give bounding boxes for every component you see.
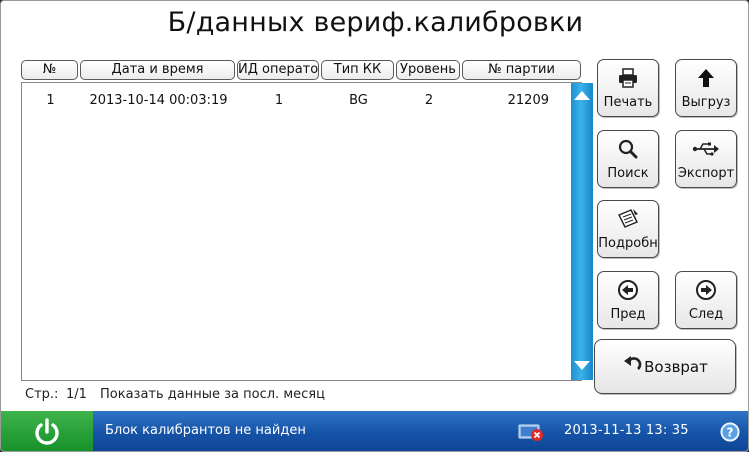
details-button[interactable]: Подробн [597,200,659,258]
prev-button-label: Пред [610,307,646,322]
details-button-label: Подробн [598,236,658,251]
undo-arrow-icon [622,355,642,379]
print-button-label: Печать [603,95,653,110]
triangle-up-icon [574,91,590,100]
cell-datetime: 2013-10-14 00:03:19 [89,93,228,108]
usb-icon [676,137,736,161]
column-header-datetime[interactable]: Дата и время [80,60,235,80]
status-message: Блок калибрантов не найден [105,423,306,438]
page-title: Б/данных вериф.калибровки [167,7,584,38]
column-header-lot-number[interactable]: № партии [462,60,581,80]
page-indicator: 1/1 [66,387,87,402]
records-table: 1 2013-10-14 00:03:19 1 BG 2 21209 [21,82,593,381]
cell-operator-id: 1 [274,93,284,108]
note-icon [598,207,658,231]
period-filter-text[interactable]: Показать данные за посл. месяц [100,387,325,402]
magnifier-icon [598,137,658,161]
cell-lot-number: 21209 [507,93,549,108]
back-button[interactable]: Возврат [594,339,736,394]
next-button-label: След [688,307,724,322]
print-button[interactable]: Печать [597,59,659,117]
status-bar: Блок калибрантов не найден 2013-11-13 13… [1,411,748,451]
arrow-up-icon [676,66,736,90]
export-button[interactable]: Экспорт [675,130,737,188]
prev-button[interactable]: Пред [597,271,659,329]
power-icon [35,418,59,445]
table-row[interactable]: 1 2013-10-14 00:03:19 1 BG 2 21209 [22,91,552,111]
power-button[interactable] [1,411,93,451]
printer-icon [598,66,658,90]
cell-number: 1 [46,93,55,108]
cell-qc-type: BG [349,93,368,108]
back-button-label: Возврат [644,357,708,376]
scroll-up-button[interactable] [571,87,593,107]
upload-button[interactable]: Выгруз [675,59,737,117]
page-label: Стр.: [25,387,59,402]
search-button[interactable]: Поиск [597,130,659,188]
column-header-qc-type[interactable]: Тип КК [321,60,394,80]
next-button[interactable]: След [675,271,737,329]
arrow-right-circle-icon [676,278,736,302]
column-header-operator-id[interactable]: ИД оператора [237,60,319,80]
arrow-left-circle-icon [598,278,658,302]
column-header-level[interactable]: Уровень [396,60,460,80]
vertical-scrollbar[interactable] [571,83,593,380]
scroll-down-button[interactable] [571,358,593,378]
column-header-number[interactable]: № [21,60,78,80]
help-icon[interactable]: ? [720,422,740,446]
status-datetime: 2013-11-13 13: 35 [564,423,689,438]
upload-button-label: Выгруз [681,95,731,110]
svg-text:?: ? [727,426,734,440]
triangle-down-icon [574,361,590,370]
export-button-label: Экспорт [677,166,735,181]
search-button-label: Поиск [607,166,649,181]
cell-level: 2 [424,93,434,108]
network-error-icon[interactable] [517,422,545,446]
calibration-verification-screen: Б/данных вериф.калибровки № Дата и время… [0,0,749,452]
